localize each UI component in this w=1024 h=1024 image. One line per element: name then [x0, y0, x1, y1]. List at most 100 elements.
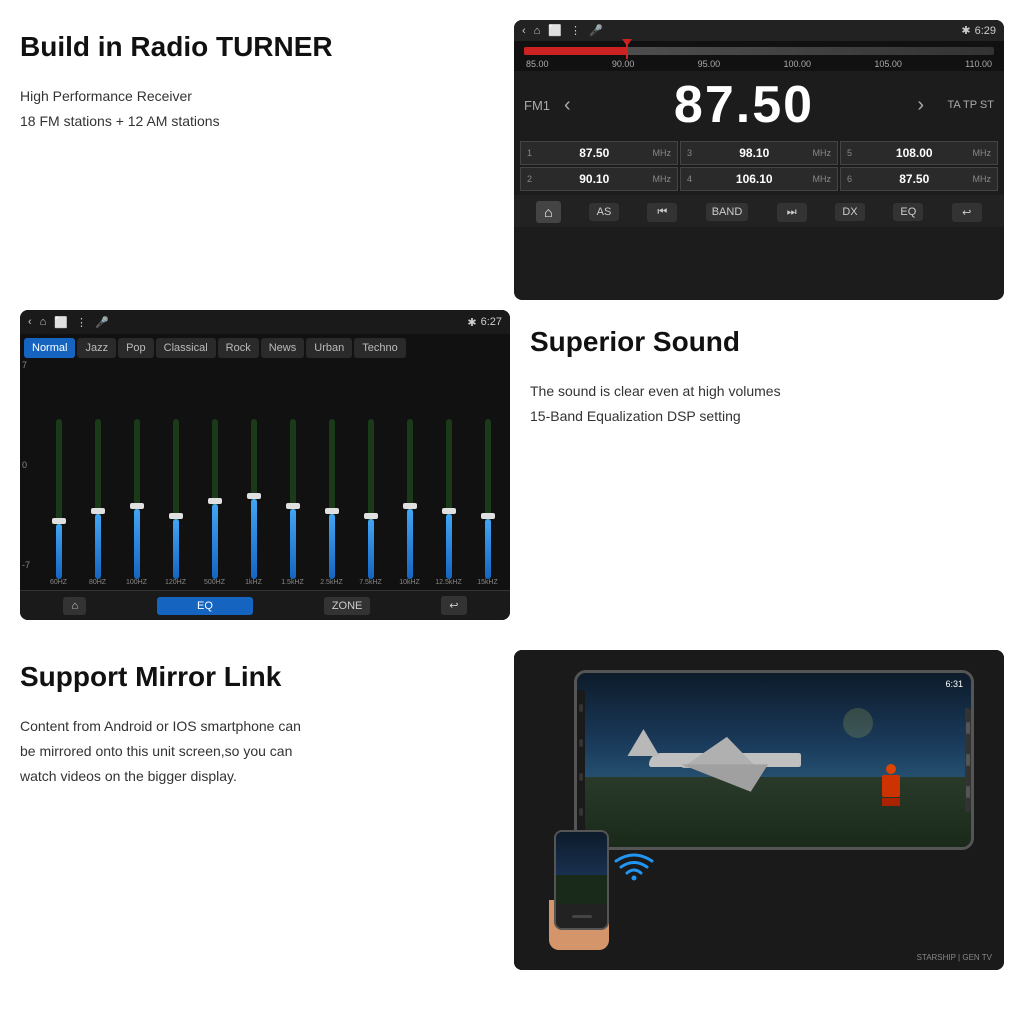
eq-slider-10[interactable]: [430, 364, 467, 579]
eq-thumb-1[interactable]: [91, 508, 105, 514]
radio-back-btn[interactable]: ↩: [952, 203, 982, 222]
light-effect: [843, 708, 873, 738]
eq-thumb-5[interactable]: [247, 493, 261, 499]
preset-4[interactable]: 4 106.10 MHz: [680, 167, 838, 191]
mirror-title: Support Mirror Link: [20, 660, 494, 694]
eq-slider-8[interactable]: [352, 364, 389, 579]
eq-desc: The sound is clear even at high volumes …: [530, 379, 1004, 429]
apps-icon[interactable]: ⬜: [548, 24, 562, 37]
side-btn-2[interactable]: [966, 754, 970, 766]
back-icon[interactable]: ‹: [522, 25, 526, 37]
preset-5[interactable]: 5 108.00 MHz: [840, 141, 998, 165]
next-freq-btn[interactable]: ›: [917, 94, 924, 117]
eq-mic-icon[interactable]: 🎤: [95, 316, 109, 329]
phone-scene-sky: [556, 832, 607, 875]
eq-home-icon[interactable]: ⌂: [40, 316, 47, 328]
menu-icon[interactable]: ⋮: [570, 24, 581, 37]
side-btn-1[interactable]: [966, 722, 970, 734]
home-icon[interactable]: ⌂: [534, 25, 541, 37]
tuner-label-85: 85.00: [526, 59, 549, 69]
eq-mode-jazz[interactable]: Jazz: [77, 338, 116, 358]
preset-num-2: 2: [527, 174, 532, 184]
eq-mode-rock[interactable]: Rock: [218, 338, 259, 358]
eq-thumb-2[interactable]: [130, 503, 144, 509]
radio-prev-btn[interactable]: ⏮: [647, 203, 677, 222]
tuner-label-110: 110.00: [965, 59, 992, 69]
eq-slider-2[interactable]: [118, 364, 155, 579]
eq-fill-4: [212, 504, 218, 579]
preset-1[interactable]: 1 87.50 MHz: [520, 141, 678, 165]
mirror-screen: 6:31: [514, 650, 1004, 970]
eq-thumb-11[interactable]: [481, 513, 495, 519]
eq-time: 6:27: [481, 316, 502, 328]
eq-fill-10: [446, 514, 452, 579]
eq-home-btn[interactable]: ⌂: [63, 597, 86, 615]
radio-next-btn[interactable]: ⏭: [777, 203, 807, 222]
left-btn-3[interactable]: [579, 773, 583, 781]
eq-x-label-0: 60HZ: [40, 579, 77, 586]
eq-mode-news[interactable]: News: [261, 338, 305, 358]
preset-2[interactable]: 2 90.10 MHz: [520, 167, 678, 191]
eq-menu-icon[interactable]: ⋮: [76, 316, 87, 329]
left-btn-4[interactable]: [579, 808, 583, 816]
eq-thumb-8[interactable]: [364, 513, 378, 519]
eq-slider-4[interactable]: [196, 364, 233, 579]
eq-fill-11: [485, 519, 491, 579]
eq-mode-pop[interactable]: Pop: [118, 338, 154, 358]
eq-track-3: [173, 419, 179, 579]
eq-thumb-0[interactable]: [52, 518, 66, 524]
eq-slider-3[interactable]: [157, 364, 194, 579]
radio-as-btn[interactable]: AS: [589, 203, 619, 221]
prev-freq-btn[interactable]: ‹: [564, 94, 571, 117]
person-head: [886, 764, 896, 774]
eq-title: Superior Sound: [530, 325, 1004, 359]
eq-thumb-6[interactable]: [286, 503, 300, 509]
eq-slider-9[interactable]: [391, 364, 428, 579]
radio-time: 6:29: [975, 25, 996, 37]
eq-chart-area: 7 0 -7 60HZ80HZ100HZ120HZ500HZ1kHZ1.5kHZ…: [20, 360, 510, 590]
eq-thumb-7[interactable]: [325, 508, 339, 514]
eq-zone-btn[interactable]: ZONE: [324, 597, 371, 615]
eq-mode-classical[interactable]: Classical: [156, 338, 216, 358]
eq-thumb-3[interactable]: [169, 513, 183, 519]
phone-hand-wrap: [544, 820, 624, 950]
radio-dx-btn[interactable]: DX: [835, 203, 865, 221]
eq-eq-btn[interactable]: EQ: [157, 597, 253, 615]
phone-scene-ground: [556, 875, 607, 904]
mic-icon[interactable]: 🎤: [589, 24, 603, 37]
eq-slider-1[interactable]: [79, 364, 116, 579]
side-btn-3[interactable]: [966, 786, 970, 798]
phone-bottom: [556, 904, 607, 928]
airplane: [616, 725, 833, 803]
preset-num-6: 6: [847, 174, 852, 184]
preset-3[interactable]: 3 98.10 MHz: [680, 141, 838, 165]
eq-thumb-9[interactable]: [403, 503, 417, 509]
eq-thumb-10[interactable]: [442, 508, 456, 514]
radio-section: Build in Radio TURNER High Performance R…: [0, 0, 1024, 310]
wifi-icon: [614, 847, 654, 890]
eq-back-icon[interactable]: ‹: [28, 316, 32, 328]
eq-mode-normal[interactable]: Normal: [24, 338, 75, 358]
eq-back-btn[interactable]: ↩: [441, 596, 466, 615]
eq-x-label-11: 15kHZ: [469, 579, 506, 586]
eq-mode-techno[interactable]: Techno: [354, 338, 405, 358]
left-btn-1[interactable]: [579, 704, 583, 712]
radio-band-btn[interactable]: BAND: [706, 203, 749, 221]
eq-slider-7[interactable]: [313, 364, 350, 579]
radio-eq-btn[interactable]: EQ: [893, 203, 923, 221]
eq-track-1: [95, 419, 101, 579]
eq-slider-11[interactable]: [469, 364, 506, 579]
left-btn-2[interactable]: [579, 739, 583, 747]
eq-slider-0[interactable]: [40, 364, 77, 579]
eq-apps-icon[interactable]: ⬜: [54, 316, 68, 329]
eq-mode-urban[interactable]: Urban: [306, 338, 352, 358]
phone-screen-content: [556, 832, 607, 904]
tuner-label-105: 105.00: [874, 59, 902, 69]
preset-6[interactable]: 6 87.50 MHz: [840, 167, 998, 191]
eq-slider-5[interactable]: [235, 364, 272, 579]
eq-thumb-4[interactable]: [208, 498, 222, 504]
radio-home-btn[interactable]: ⌂: [536, 201, 560, 223]
eq-slider-6[interactable]: [274, 364, 311, 579]
eq-fill-6: [290, 509, 296, 579]
eq-mode-bar: Normal Jazz Pop Classical Rock News Urba…: [20, 334, 510, 360]
